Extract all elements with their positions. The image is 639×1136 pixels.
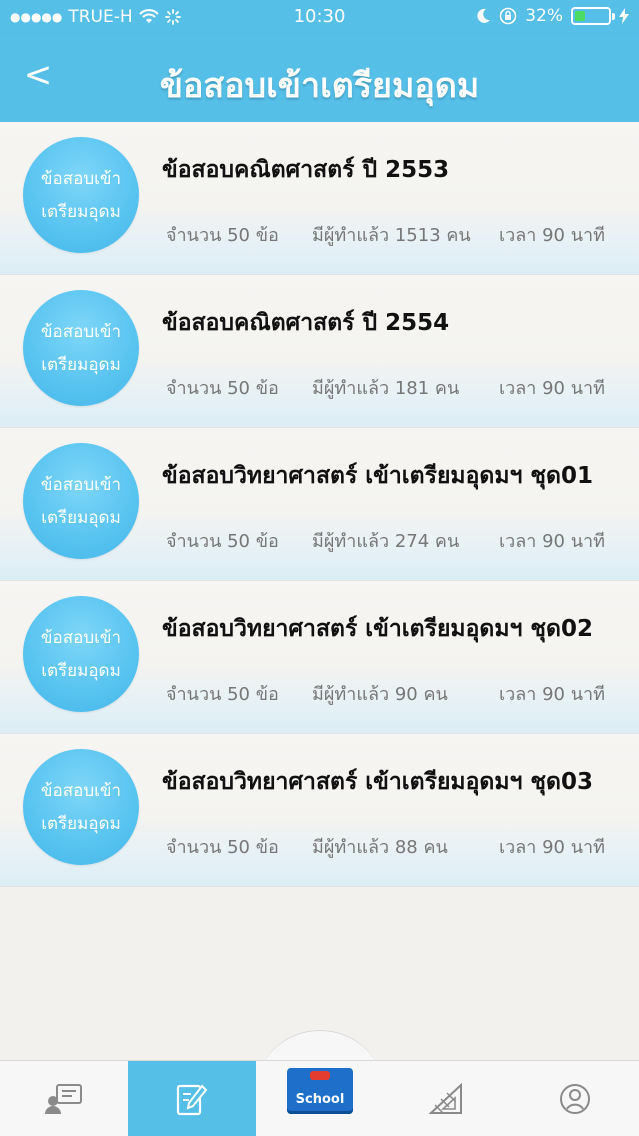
exam-item-2[interactable]: ข้อสอบเข้า เตรียมอุดม ข้อสอบคณิตศาสตร์ ป… <box>0 275 639 428</box>
status-right: 32% <box>477 6 629 26</box>
battery-fill <box>575 11 586 21</box>
status-bar: ●●●●● TRUE-H 10:30 32% <box>0 0 639 34</box>
exam-list: ข้อสอบเข้า เตรียมอุดม ข้อสอบคณิตศาสตร์ ป… <box>0 122 639 887</box>
badge-line1: ข้อสอบเข้า <box>40 628 122 648</box>
exam-title: ข้อสอบวิทยาศาสตร์ เข้าเตรียมอุดมฯ ชุด01 <box>162 463 593 489</box>
exam-title: ข้อสอบคณิตศาสตร์ ปี 2554 <box>162 310 450 336</box>
edit-note-icon <box>176 1084 208 1116</box>
badge-line2: เตรียมอุดม <box>41 661 121 681</box>
exam-question-count: จำนวน 50 ข้อ <box>166 225 279 246</box>
tab-tools[interactable] <box>383 1061 511 1136</box>
exam-done-count: มีผู้ทำแล้ว 90 คน <box>312 684 448 705</box>
exam-duration: เวลา 90 นาที <box>498 531 605 552</box>
exam-badge: ข้อสอบเข้า เตรียมอุดม <box>23 443 139 559</box>
exam-question-count: จำนวน 50 ข้อ <box>166 378 279 399</box>
badge-line1: ข้อสอบเข้า <box>40 169 122 189</box>
tab-chat-board[interactable] <box>0 1061 128 1136</box>
chat-board-icon <box>45 1084 82 1114</box>
exam-badge: ข้อสอบเข้า เตรียมอุดม <box>23 290 139 406</box>
exam-item-5[interactable]: ข้อสอบเข้า เตรียมอุดม ข้อสอบวิทยาศาสตร์ … <box>0 734 639 887</box>
exam-title: ข้อสอบวิทยาศาสตร์ เข้าเตรียมอุดมฯ ชุด03 <box>162 769 593 795</box>
page-title: ข้อสอบเข้าเตรียมอุดม <box>159 66 480 106</box>
exam-item-3[interactable]: ข้อสอบเข้า เตรียมอุดม ข้อสอบวิทยาศาสตร์ … <box>0 428 639 581</box>
moon-icon <box>477 8 491 23</box>
exam-done-count: มีผู้ทำแล้ว 88 คน <box>312 837 448 858</box>
badge-line1: ข้อสอบเข้า <box>40 781 122 801</box>
header-bar: < ข้อสอบเข้าเตรียมอุดม <box>0 34 639 122</box>
exam-question-count: จำนวน 50 ข้อ <box>166 684 279 705</box>
logo-tag-icon <box>310 1071 330 1080</box>
exam-badge: ข้อสอบเข้า เตรียมอุดม <box>23 596 139 712</box>
profile-icon <box>560 1084 590 1114</box>
exam-duration: เวลา 90 นาที <box>498 378 605 399</box>
battery-percent: 32% <box>525 6 563 26</box>
school-label: School <box>295 1092 345 1107</box>
badge-line2: เตรียมอุดม <box>41 355 121 375</box>
badge-line1: ข้อสอบเข้า <box>40 322 122 342</box>
exam-title: ข้อสอบคณิตศาสตร์ ปี 2553 <box>162 157 450 183</box>
charging-bolt-icon <box>619 8 629 24</box>
exam-duration: เวลา 90 นาที <box>498 225 605 246</box>
badge-line2: เตรียมอุดม <box>41 202 121 222</box>
exam-title: ข้อสอบวิทยาศาสตร์ เข้าเตรียมอุดมฯ ชุด02 <box>162 616 593 642</box>
exam-item-4[interactable]: ข้อสอบเข้า เตรียมอุดม ข้อสอบวิทยาศาสตร์ … <box>0 581 639 734</box>
exam-badge: ข้อสอบเข้า เตรียมอุดม <box>23 749 139 865</box>
ruler-triangle-icon <box>429 1083 462 1114</box>
exam-done-count: มีผู้ทำแล้ว 181 คน <box>312 378 460 399</box>
school-logo-button[interactable]: School <box>287 1068 353 1114</box>
tab-exam[interactable] <box>128 1061 256 1136</box>
exam-question-count: จำนวน 50 ข้อ <box>166 531 279 552</box>
exam-duration: เวลา 90 นาที <box>498 837 605 858</box>
exam-item-1[interactable]: ข้อสอบเข้า เตรียมอุดม ข้อสอบคณิตศาสตร์ ป… <box>0 122 639 275</box>
badge-line2: เตรียมอุดม <box>41 508 121 528</box>
badge-line2: เตรียมอุดม <box>41 814 121 834</box>
exam-duration: เวลา 90 นาที <box>498 684 605 705</box>
exam-question-count: จำนวน 50 ข้อ <box>166 837 279 858</box>
exam-badge: ข้อสอบเข้า เตรียมอุดม <box>23 137 139 253</box>
battery-icon <box>571 7 615 25</box>
badge-line1: ข้อสอบเข้า <box>40 475 122 495</box>
exam-done-count: มีผู้ทำแล้ว 1513 คน <box>312 225 471 246</box>
rotation-lock-icon <box>499 7 517 25</box>
tab-profile[interactable] <box>511 1061 639 1136</box>
exam-done-count: มีผู้ทำแล้ว 274 คน <box>312 531 460 552</box>
